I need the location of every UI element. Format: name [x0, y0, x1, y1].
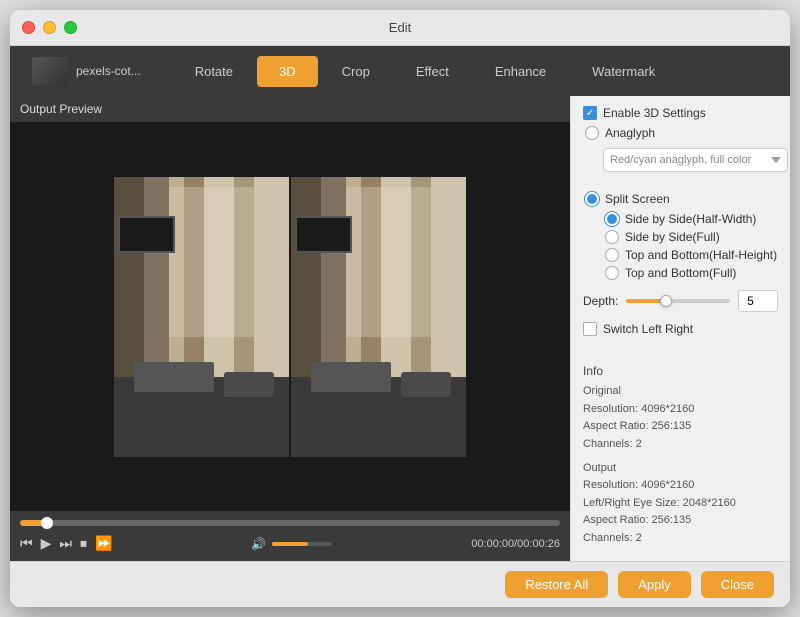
- option-side-half[interactable]: Side by Side(Half-Width): [603, 212, 778, 226]
- file-thumbnail: [32, 57, 68, 85]
- output-channels: Channels: 2: [583, 530, 778, 548]
- depth-slider-container: [626, 299, 730, 303]
- option-label-3: Top and Bottom(Full): [625, 266, 736, 280]
- option-label-2: Top and Bottom(Half-Height): [625, 248, 777, 262]
- play-button[interactable]: ▶: [41, 535, 52, 552]
- toolbar: pexels-cot... Rotate 3D Crop Effect Enha…: [10, 46, 790, 96]
- close-button[interactable]: [22, 21, 35, 34]
- volume-icon: 🔊: [251, 537, 266, 551]
- tab-group: Rotate 3D Crop Effect Enhance Watermark: [173, 56, 678, 87]
- split-screen: [114, 177, 466, 457]
- option-top-full[interactable]: Top and Bottom(Full): [603, 266, 778, 280]
- option-label-0: Side by Side(Half-Width): [625, 212, 756, 226]
- file-name: pexels-cot...: [76, 64, 141, 78]
- anaglyph-row[interactable]: Anaglyph: [583, 126, 778, 140]
- original-aspect: Aspect Ratio: 256:135: [583, 418, 778, 436]
- split-screen-label: Split Screen: [605, 192, 670, 206]
- radio-side-full[interactable]: [605, 230, 619, 244]
- output-label: Output: [583, 460, 778, 478]
- depth-input[interactable]: 5: [738, 290, 778, 312]
- split-screen-radio[interactable]: [585, 192, 599, 206]
- apply-button[interactable]: Apply: [618, 571, 691, 598]
- enable-3d-label: Enable 3D Settings: [603, 106, 706, 120]
- switch-lr-checkbox[interactable]: [583, 322, 597, 336]
- volume-control: 🔊: [251, 537, 332, 551]
- preview-frame-left: [114, 177, 289, 457]
- skip-back-button[interactable]: ⏮: [20, 535, 33, 552]
- tab-watermark[interactable]: Watermark: [570, 56, 677, 87]
- switch-lr-label: Switch Left Right: [603, 322, 693, 336]
- video-area: [10, 122, 570, 511]
- stop-button[interactable]: ⏹: [80, 535, 87, 552]
- progress-thumb[interactable]: [41, 517, 53, 529]
- switch-lr-row[interactable]: Switch Left Right: [583, 322, 778, 336]
- depth-slider[interactable]: [626, 299, 730, 303]
- settings-panel: Enable 3D Settings Anaglyph Red/cyan ana…: [570, 96, 790, 561]
- radio-top-full[interactable]: [605, 266, 619, 280]
- output-resolution: Resolution: 4096*2160: [583, 477, 778, 495]
- bottom-bar: Restore All Apply Close: [10, 561, 790, 607]
- titlebar: Edit: [10, 10, 790, 46]
- option-side-full[interactable]: Side by Side(Full): [603, 230, 778, 244]
- volume-slider[interactable]: [272, 542, 332, 546]
- preview-frame-right: [291, 177, 466, 457]
- preview-panel: Output Preview: [10, 96, 570, 561]
- option-label-1: Side by Side(Full): [625, 230, 720, 244]
- option-top-half[interactable]: Top and Bottom(Half-Height): [603, 248, 778, 262]
- anaglyph-dropdown[interactable]: Red/cyan anaglyph, full color: [603, 148, 788, 172]
- content-area: Output Preview: [10, 96, 790, 561]
- tab-3d[interactable]: 3D: [257, 56, 318, 87]
- volume-fill: [272, 542, 308, 546]
- depth-label: Depth:: [583, 294, 618, 308]
- skip-forward-button[interactable]: ⏭: [59, 535, 72, 552]
- split-screen-row[interactable]: Split Screen: [583, 192, 778, 206]
- window-title: Edit: [389, 20, 411, 35]
- minimize-button[interactable]: [43, 21, 56, 34]
- tab-crop[interactable]: Crop: [320, 56, 392, 87]
- output-eye-size: Left/Right Eye Size: 2048*2160: [583, 495, 778, 513]
- tab-effect[interactable]: Effect: [394, 56, 471, 87]
- original-label: Original: [583, 383, 778, 401]
- next-frame-button[interactable]: ⏩: [95, 535, 112, 552]
- time-display: 00:00:00/00:00:26: [471, 538, 560, 550]
- original-resolution: Resolution: 4096*2160: [583, 401, 778, 419]
- playback-buttons: ⏮ ▶ ⏭ ⏹ ⏩: [20, 535, 112, 552]
- file-tab: pexels-cot...: [20, 53, 153, 89]
- main-window: Edit pexels-cot... Rotate 3D Crop Effect…: [10, 10, 790, 607]
- original-channels: Channels: 2: [583, 436, 778, 454]
- info-original: Original Resolution: 4096*2160 Aspect Ra…: [583, 383, 778, 453]
- depth-row: Depth: 5: [583, 290, 778, 312]
- playback-controls: ⏮ ▶ ⏭ ⏹ ⏩ 🔊 00:00:00/00:00:26: [10, 511, 570, 561]
- tab-rotate[interactable]: Rotate: [173, 56, 255, 87]
- enable-3d-row[interactable]: Enable 3D Settings: [583, 106, 778, 120]
- restore-all-button[interactable]: Restore All: [505, 571, 608, 598]
- info-section: Info Original Resolution: 4096*2160 Aspe…: [583, 362, 778, 554]
- output-aspect: Aspect Ratio: 256:135: [583, 512, 778, 530]
- info-output: Output Resolution: 4096*2160 Left/Right …: [583, 460, 778, 548]
- anaglyph-dropdown-row: Red/cyan anaglyph, full color: [603, 148, 778, 172]
- progress-bar[interactable]: [20, 520, 560, 526]
- radio-side-half[interactable]: [605, 212, 619, 226]
- preview-label: Output Preview: [10, 96, 570, 122]
- enable-3d-checkbox[interactable]: [583, 106, 597, 120]
- tab-enhance[interactable]: Enhance: [473, 56, 568, 87]
- depth-thumb[interactable]: [660, 295, 672, 307]
- anaglyph-radio[interactable]: [585, 126, 599, 140]
- split-options: Side by Side(Half-Width) Side by Side(Fu…: [583, 212, 778, 280]
- info-title: Info: [583, 362, 778, 381]
- window-controls: [22, 21, 77, 34]
- maximize-button[interactable]: [64, 21, 77, 34]
- anaglyph-label: Anaglyph: [605, 126, 655, 140]
- close-main-button[interactable]: Close: [701, 571, 774, 598]
- radio-top-half[interactable]: [605, 248, 619, 262]
- controls-row: ⏮ ▶ ⏭ ⏹ ⏩ 🔊 00:00:00/00:00:26: [20, 535, 560, 552]
